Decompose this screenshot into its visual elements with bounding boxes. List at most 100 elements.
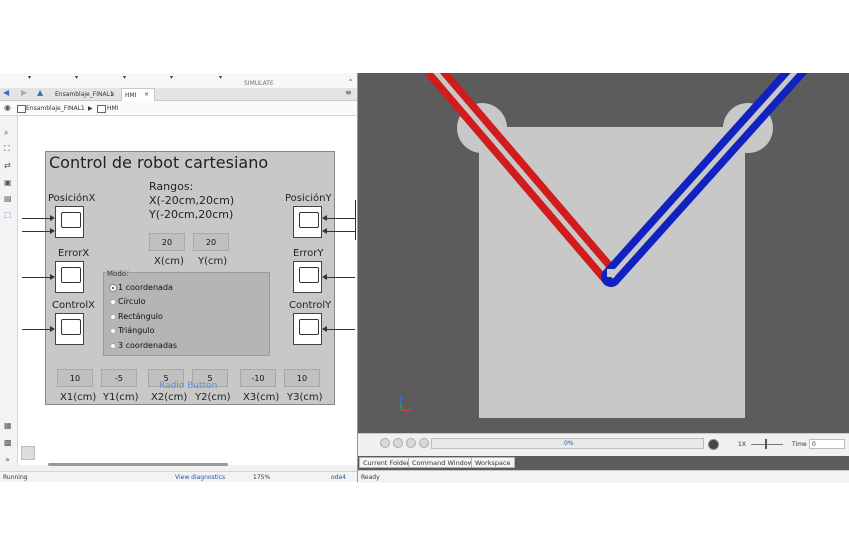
breadcrumb-current[interactable]: HMI [107,105,118,112]
radio-label: Círculo [118,297,146,306]
checkbox-icon[interactable]: ☐ [4,211,11,220]
menu-icon[interactable]: ≡ [345,88,352,97]
speed-label: 1X [738,441,746,448]
toolstrip-dropdown-2[interactable]: ▾ [75,74,78,81]
play-icon[interactable] [406,438,416,448]
mode-radio-group[interactable]: Modo: 1 coordenada Círculo Rectángulo Tr… [103,270,270,356]
y-input[interactable]: 20 [193,233,229,251]
x1-input[interactable]: 10 [57,369,93,387]
ranges-heading: Rangos: [149,180,194,193]
horizontal-scrollbar[interactable] [48,463,228,466]
time-label: Time [792,441,807,448]
tab-hmi[interactable]: HMI × [121,88,155,101]
toolstrip-dropdown-4[interactable]: ▾ [170,74,173,81]
mode-label: Modo: [106,270,130,278]
x-range: X(-20cm,20cm) [149,194,235,207]
y2-label: Y2(cm) [195,392,231,403]
close-icon[interactable]: × [110,91,115,98]
speed-slider[interactable] [751,444,783,445]
zoom-icon[interactable]: ⌕ [4,128,8,138]
y3-label: Y3(cm) [287,392,323,403]
scope-controlx[interactable] [55,313,84,345]
time-value: 0 [812,441,816,448]
record-icon[interactable] [708,439,719,450]
toolstrip-section-simulate: SIMULATE [244,80,274,87]
toolstrip-dropdown-1[interactable]: ▾ [28,74,31,81]
scope-errory[interactable] [293,261,322,293]
radio-selected-icon [110,284,116,291]
toolstrip-dropdown-3[interactable]: ▾ [123,74,126,81]
solver-name[interactable]: ode4 [331,474,346,481]
signal-arrow [50,215,55,221]
x3-label: X3(cm) [243,392,280,403]
library-icon[interactable]: ▤ [4,194,12,203]
y1-input[interactable]: -5 [101,369,137,387]
signal-line-vertical [355,200,356,240]
radio-circulo[interactable]: Círculo [110,297,146,306]
radio-triangulo[interactable]: Triángulo [110,326,154,335]
signal-line [327,329,355,330]
breadcrumb-root[interactable]: Ensamblaje_FINAL1 [26,105,85,112]
step-back-icon[interactable] [393,438,403,448]
end-effector [607,269,615,277]
progress-bar[interactable]: 0% [431,438,704,449]
radio-icon [110,342,116,349]
time-field[interactable]: 0 [809,439,845,449]
x1-label: X1(cm) [60,392,97,403]
close-icon[interactable]: × [144,91,149,98]
signal-line [22,277,52,278]
signal-arrow [50,274,55,280]
scope-label-controlx: ControlX [52,300,95,311]
speed-slider-thumb[interactable] [765,439,767,449]
toolstrip-dropdown-5[interactable]: ▾ [219,74,222,81]
scope-label-posiciony: PosiciónY [285,193,332,204]
arrow-icon[interactable]: ⇄ [4,161,11,170]
tab-ensamblaje-label: Ensamblaje_FINAL1 [55,91,114,98]
expand-icon[interactable]: » [5,455,10,464]
radio-icon [110,313,116,320]
status-running: Running [3,474,28,481]
y1-label: Y1(cm) [103,392,139,403]
scope-errorx[interactable] [55,261,84,293]
radio-3-coordenadas[interactable]: 3 coordenadas [110,341,177,350]
scope-posicionx[interactable] [55,206,84,238]
x-input[interactable]: 20 [149,233,185,251]
tab-current-folder[interactable]: Current Folder [359,457,414,468]
radio-label: 3 coordenadas [118,341,178,350]
zoom-level: 175% [253,474,271,481]
tab-command-window[interactable]: Command Window [408,457,478,468]
radio-1-coordenada[interactable]: 1 coordenada [110,283,173,292]
mechanics-explorer [358,73,849,482]
collapse-icon[interactable]: ^ [348,79,353,86]
mechanism-view[interactable] [358,73,849,433]
back-arrow-icon[interactable]: ◀ [3,88,9,97]
up-arrow-icon[interactable]: ▲ [37,88,43,97]
explorer-toggle-icon[interactable]: ◉ [4,103,11,112]
image-icon[interactable]: ▣ [4,178,12,187]
signal-arrow [322,215,327,221]
scope-controly[interactable] [293,313,322,345]
y3-input[interactable]: 10 [284,369,320,387]
x3-input[interactable]: -10 [240,369,276,387]
skip-back-icon[interactable] [380,438,390,448]
signal-arrow [322,228,327,234]
y-range: Y(-20cm,20cm) [149,208,234,221]
tab-ensamblaje[interactable]: Ensamblaje_FINAL1 × [52,89,120,100]
signal-arrow [322,274,327,280]
tool-palette: ⌕ ⛶ ⇄ ▣ ▤ ☐ ▦ ▩ » [0,116,18,465]
tab-workspace[interactable]: Workspace [471,457,515,468]
radio-rectangulo[interactable]: Rectángulo [110,312,163,321]
fit-view-icon[interactable]: ⛶ [4,144,10,154]
matlab-status-bar: Ready [358,470,849,483]
toggle-panel-icon[interactable]: ▩ [4,438,12,447]
toolstrip: ▾ ▾ ▾ ▾ ▾ SIMULATE ^ [0,73,357,89]
signal-line [22,329,52,330]
property-icon[interactable]: ▦ [4,421,12,430]
radio-button-caption: Radio Button [159,381,218,391]
model-icon [17,105,26,113]
scope-posiciony[interactable] [293,206,322,238]
view-diagnostics-link[interactable]: View diagnostics [175,474,225,481]
step-forward-icon[interactable] [419,438,429,448]
signal-arrow [322,326,327,332]
forward-arrow-icon[interactable]: ▶ [21,88,27,97]
